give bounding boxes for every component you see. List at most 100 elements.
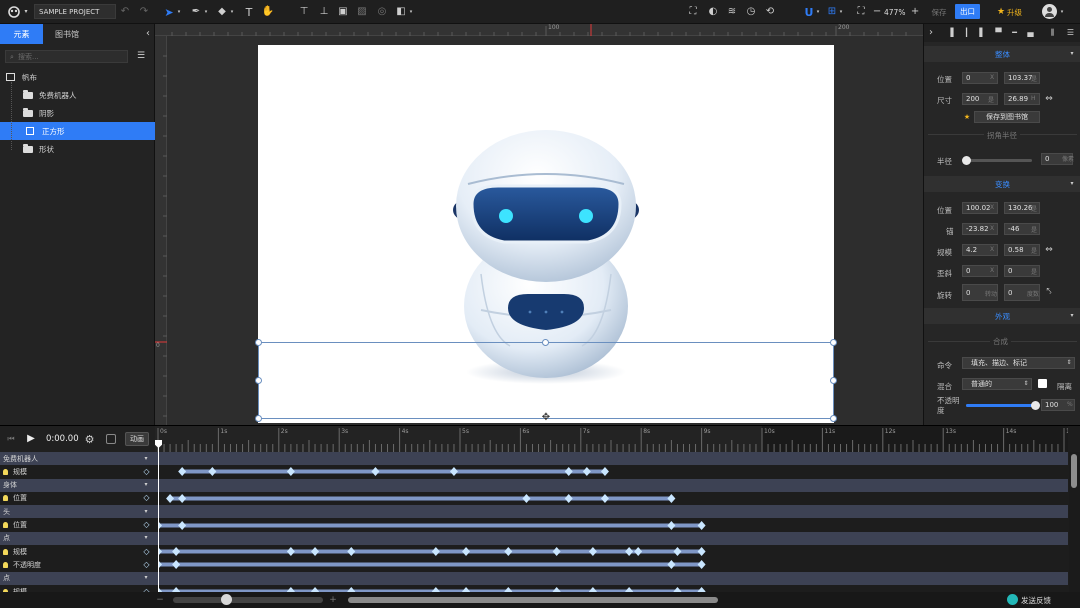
keyframe-diamond[interactable] [552,547,561,557]
chevron-down-icon[interactable]: ▾ [142,506,150,517]
keyframe-diamond[interactable] [286,467,295,477]
grid-icon[interactable]: ⊞ [826,5,838,19]
magnet-snap-icon[interactable]: U [803,5,815,19]
app-logo-icon[interactable] [6,5,22,19]
lightbulb-icon[interactable] [3,522,8,528]
align-bottom-icon[interactable]: ▄ [1026,27,1035,39]
search-input[interactable]: ⌕ 搜索... [5,50,128,63]
keyframe-diamond[interactable] [286,547,295,557]
transform-origin-icon[interactable]: ✥ [540,412,552,424]
zoom-level[interactable]: 477% [884,6,910,18]
chevron-down-icon[interactable]: ▾ [176,7,182,17]
keyframe-diamond[interactable] [600,493,609,503]
timeline-group-row[interactable]: 免费机器人 ▾ [0,452,1068,465]
save-button[interactable]: 保存 [928,5,950,19]
chevron-down-icon[interactable]: ▾ [1059,7,1065,17]
timeline-group-row[interactable]: 点 ▾ [0,531,1068,545]
align-top-icon[interactable]: ▀ [994,27,1003,39]
resize-handle[interactable] [830,339,837,346]
layers-icon[interactable]: ≋ [726,5,738,19]
keyframe-diamond[interactable] [166,493,175,503]
chevron-down-icon[interactable]: ▾ [142,453,150,464]
keyframe-diamond[interactable] [371,467,380,477]
keyframe-diamond[interactable] [588,547,597,557]
project-name-field[interactable]: SAMPLE PROJECT [34,4,116,19]
keyframe-diamond[interactable] [667,560,676,570]
timeline-vscroll[interactable] [1069,452,1080,592]
rotate-icon[interactable]: ⟲ [764,5,776,19]
timeline-hscroll[interactable] [348,597,718,603]
align-middle-icon[interactable]: ⊥ [318,5,330,19]
resize-handle[interactable] [830,377,837,384]
tree-item-free-robot[interactable]: 免费机器人 [0,86,155,104]
lightbulb-icon[interactable] [3,495,8,502]
order-select[interactable]: 填充、描边、标记 [962,357,1075,369]
section-overall[interactable]: 整体 ▾ [924,46,1080,62]
keyframe-diamond[interactable] [449,467,458,477]
keyframe-span[interactable] [158,549,702,554]
link-proportions-icon[interactable]: ⇔ [1044,244,1054,256]
keyframe-diamond[interactable] [462,547,471,557]
keyframe-diamond[interactable] [178,493,187,503]
zoom-in-icon[interactable]: + [911,5,919,19]
resize-handle[interactable] [255,415,262,422]
selection-box[interactable] [258,342,834,419]
current-time[interactable]: 0:00.00 [46,434,79,444]
keyframe-diamond[interactable] [697,520,706,530]
chevron-down-icon[interactable]: ▾ [838,7,844,17]
resize-handle[interactable] [255,377,262,384]
timer-icon[interactable]: ◷ [745,5,757,19]
loop-toggle-icon[interactable] [106,434,116,444]
resize-handle[interactable] [830,415,837,422]
flip-horizontal-icon[interactable]: ◐ [707,5,719,19]
keyframe-span[interactable] [182,469,605,474]
add-keyframe-icon[interactable]: ◇ [142,466,151,477]
zoom-slider-handle[interactable] [221,594,232,605]
keyframe-diamond[interactable] [673,547,682,557]
text-tool-icon[interactable]: T [243,5,255,19]
tree-item-shadow[interactable]: 阴影 [0,104,155,122]
distribute-icon[interactable]: ⫼ [1048,27,1057,39]
fit-frame-icon[interactable]: ⛶ [687,5,699,19]
distribute-vertical-icon[interactable]: ☰ [1066,27,1075,39]
zoom-out-icon[interactable]: − [156,594,164,606]
keyframe-diamond[interactable] [178,467,187,477]
list-options-icon[interactable]: ☰ [136,50,146,63]
resize-handle[interactable] [542,339,549,346]
keyframe-diamond[interactable] [625,547,634,557]
timeline-property-row[interactable]: 规模 ◇ [0,585,1068,592]
keyframe-span[interactable] [158,562,702,567]
keyframe-diamond[interactable] [172,560,181,570]
mask-icon[interactable]: ◎ [376,5,388,19]
play-icon[interactable]: ▶ [26,433,36,445]
keyframe-diamond[interactable] [172,547,181,557]
save-to-library-button[interactable]: 保存到图书馆 [974,111,1040,123]
keyframe-diamond[interactable] [582,467,591,477]
tree-item-shape[interactable]: 形状 [0,140,155,158]
timeline-property-row[interactable]: 规模 ◇ [0,465,1068,479]
opacity-slider-handle[interactable] [1031,401,1040,410]
timeline-property-row[interactable]: 不透明度 ◇ [0,558,1068,572]
canvas-area[interactable]: 100 200 0 ✥ [155,24,923,425]
lightbulb-icon[interactable] [3,548,8,555]
chevron-down-icon[interactable]: ▾ [408,7,414,17]
feedback-link[interactable]: 发送反馈 [1021,595,1051,606]
lightbulb-icon[interactable] [3,468,8,475]
timeline-property-row[interactable]: 规模 ◇ [0,545,1068,559]
keyframe-diamond[interactable] [697,560,706,570]
group-icon[interactable]: ▣ [337,5,349,19]
add-keyframe-icon[interactable]: ◇ [142,520,151,531]
chevron-down-icon[interactable]: ▾ [815,7,821,17]
link-proportions-icon[interactable]: ⇔ [1044,93,1054,105]
section-transform[interactable]: 变换 ▾ [924,176,1080,192]
keyframe-diamond[interactable] [667,520,676,530]
align-right-icon[interactable]: ▌ [978,27,987,39]
chevron-right-icon[interactable]: › [927,27,935,39]
redo-icon[interactable]: ↷ [139,6,149,18]
keyframe-diamond[interactable] [208,467,217,477]
keyframe-diamond[interactable] [667,493,676,503]
timeline-zoom-slider[interactable] [173,594,323,605]
keyframe-diamond[interactable] [600,467,609,477]
select-tool-icon[interactable]: ➤ [163,5,175,19]
export-button[interactable]: 出口 [955,4,980,19]
